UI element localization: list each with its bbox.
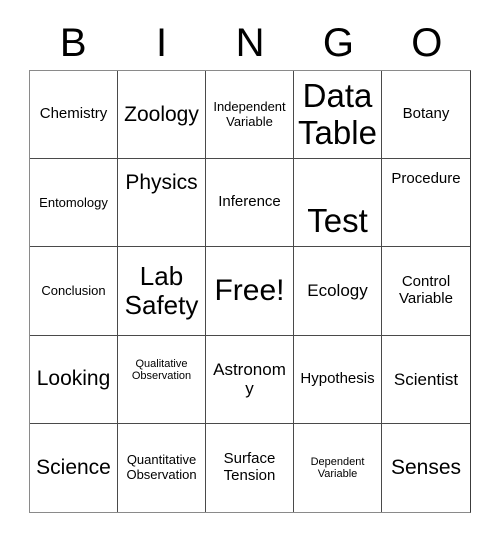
bingo-card: B I N G O Chemistry Zoology Independent Variab… [0, 0, 500, 544]
bingo-cell-label: Dependent Variable [310, 455, 365, 480]
bingo-cell-label: Scientist [393, 369, 459, 389]
bingo-header-letter-g: G [322, 21, 354, 65]
bingo-cell-label: Lab Safety [124, 260, 199, 320]
bingo-cell[interactable]: Qualitative Observation [118, 335, 206, 424]
bingo-cell[interactable]: Ecology [294, 247, 382, 336]
bingo-cell[interactable]: Looking [30, 335, 118, 424]
bingo-header-letter-n: N [235, 21, 265, 65]
bingo-cell-label: Hypothesis [300, 369, 375, 387]
bingo-free-space[interactable]: Free! [206, 247, 294, 336]
bingo-cell-label: Looking [36, 367, 111, 391]
bingo-cell-label: Data Table [298, 76, 377, 151]
bingo-cell[interactable]: Dependent Variable [294, 423, 382, 512]
bingo-cell[interactable]: Physics [118, 159, 206, 248]
bingo-cell-label: Chemistry [39, 105, 108, 123]
bingo-grid: Chemistry Zoology Independent Variable Data… [29, 70, 471, 513]
bingo-cell[interactable]: Scientist [382, 335, 470, 424]
bingo-cell[interactable]: Botany [382, 71, 470, 160]
bingo-cell-label: Free! [214, 274, 285, 308]
bingo-cell-label: Quantitative Observation [126, 452, 197, 482]
bingo-cell[interactable]: Lab Safety [118, 247, 206, 336]
bingo-header-letters: BINGO [29, 18, 471, 68]
bingo-cell-label: Entomology [39, 194, 108, 210]
bingo-cell-label: Surface Tension [223, 450, 276, 484]
bingo-cell-label: Inference [218, 193, 281, 211]
bingo-cell[interactable]: Test [294, 159, 382, 248]
bingo-cell[interactable]: Chemistry [30, 71, 118, 160]
bingo-cell[interactable]: Zoology [118, 71, 206, 160]
bingo-cell[interactable]: Conclusion [30, 247, 118, 336]
bingo-cell[interactable]: Entomology [30, 159, 118, 248]
bingo-cell[interactable]: Data Table [294, 71, 382, 160]
bingo-cell[interactable]: Procedure [382, 159, 470, 248]
bingo-header-letter-i: I [156, 21, 168, 65]
bingo-cell-label: Botany [402, 105, 450, 123]
bingo-cell-label: Qualitative Observation [131, 357, 192, 382]
bingo-cell-label: Conclusion [41, 282, 106, 298]
bingo-cell-label: Science [36, 456, 111, 480]
bingo-cell-label: Physics [125, 171, 198, 195]
bingo-cell[interactable]: Science [30, 423, 118, 512]
bingo-cell-label: Control Variable [399, 273, 453, 307]
bingo-cell-label: Procedure [391, 170, 461, 188]
bingo-cell[interactable]: Senses [382, 423, 470, 512]
bingo-cell[interactable]: Independent Variable [206, 71, 294, 160]
bingo-cell-label: Senses [390, 456, 462, 480]
bingo-cell-label: Test [307, 202, 368, 240]
bingo-cell-label: Astronomy [213, 360, 286, 399]
bingo-cell-label: Independent Variable [213, 99, 286, 129]
bingo-cell[interactable]: Control Variable [382, 247, 470, 336]
bingo-header-letter-b: B [59, 21, 87, 65]
bingo-cell[interactable]: Surface Tension [206, 423, 294, 512]
bingo-cell-label: Ecology [307, 281, 368, 301]
bingo-cell[interactable]: Quantitative Observation [118, 423, 206, 512]
bingo-cell[interactable]: Astronomy [206, 335, 294, 424]
bingo-header-letter-o: O [411, 21, 443, 65]
bingo-cell[interactable]: Hypothesis [294, 335, 382, 424]
bingo-cell-label: Zoology [124, 102, 199, 126]
bingo-cell[interactable]: Inference [206, 159, 294, 248]
